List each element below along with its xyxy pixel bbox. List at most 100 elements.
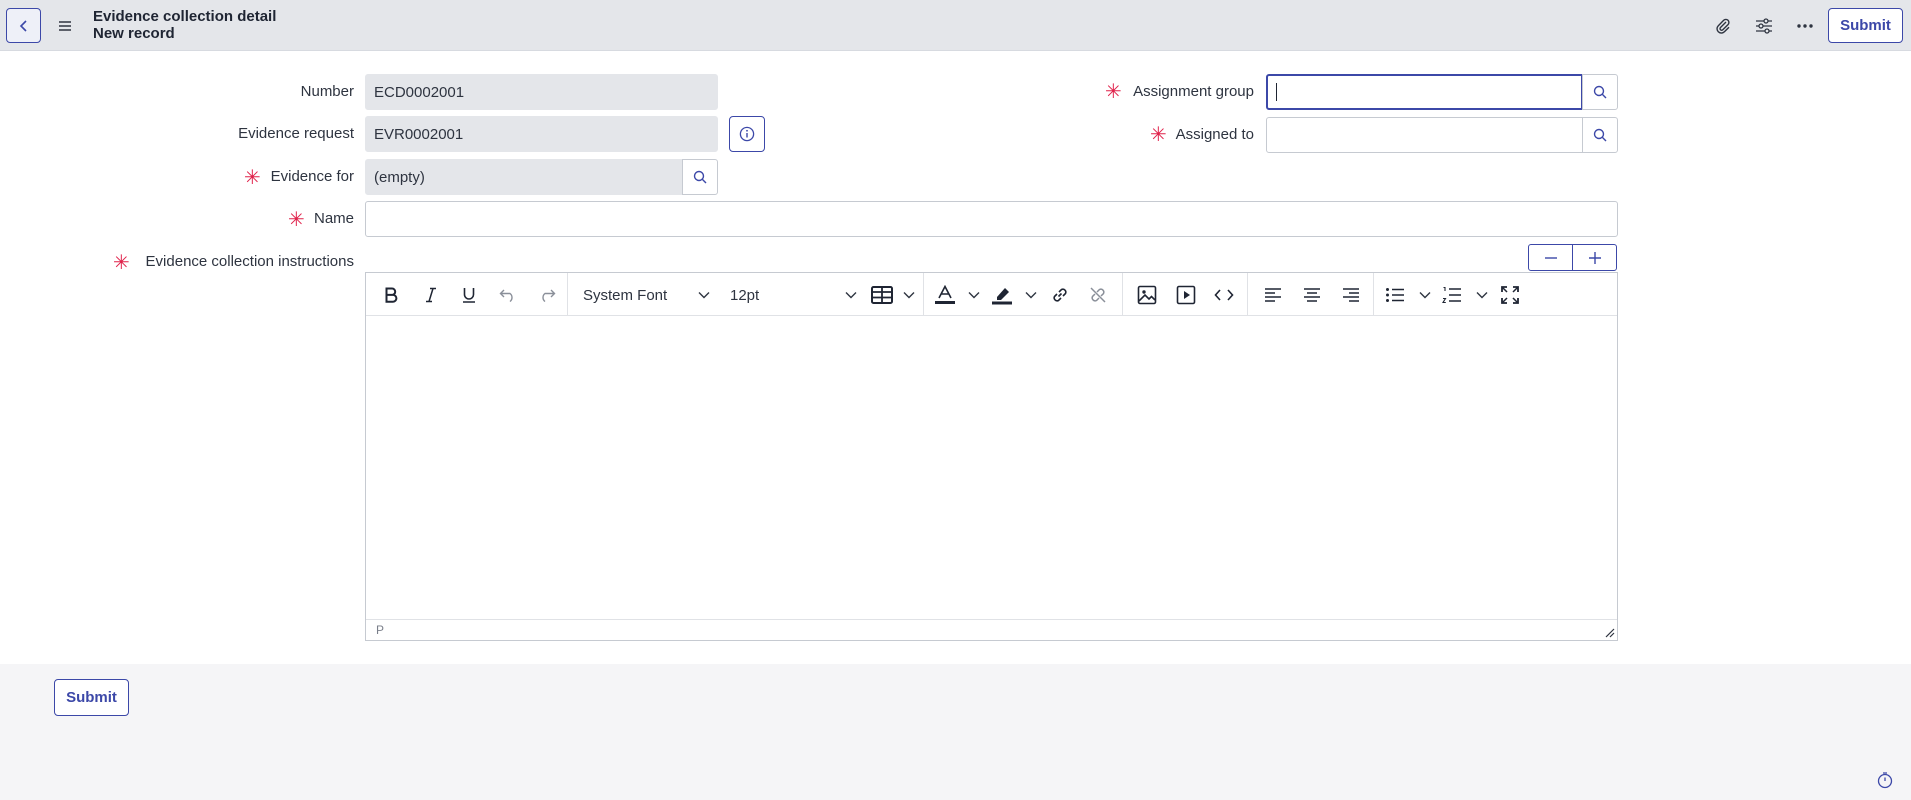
minus-icon	[1544, 256, 1557, 259]
toolbar-separator	[1373, 273, 1374, 316]
editor-toolbar: System Font 12pt	[366, 273, 1617, 316]
editor-statusbar: P	[366, 619, 1617, 640]
evidence-request-field[interactable]: EVR0002001	[365, 116, 718, 152]
more-horizontal-icon	[1797, 24, 1813, 28]
font-family-dropdown[interactable]: System Font	[579, 281, 714, 309]
element-path[interactable]: P	[376, 623, 384, 637]
editor-shrink-button[interactable]	[1529, 245, 1573, 270]
number-value: ECD0002001	[374, 83, 465, 101]
toolbar-separator	[1247, 273, 1248, 316]
text-color-icon	[935, 285, 955, 304]
underline-button[interactable]	[455, 281, 483, 309]
evidence-for-label: Evidence for	[270, 168, 354, 185]
title-block: Evidence collection detail New record	[93, 8, 276, 42]
video-icon	[1176, 285, 1196, 305]
assignment-group-lookup-button[interactable]	[1582, 74, 1618, 110]
image-icon	[1137, 285, 1157, 305]
chevron-down-icon	[845, 292, 857, 299]
plus-icon	[1588, 251, 1601, 264]
editor-content-area[interactable]	[366, 316, 1617, 620]
assignment-group-label: Assignment group	[1133, 83, 1254, 100]
fullscreen-button[interactable]	[1496, 281, 1524, 309]
evidence-for-field[interactable]: (empty)	[365, 159, 683, 195]
numbered-list-dropdown[interactable]	[1442, 281, 1488, 309]
chevron-down-icon	[968, 292, 980, 299]
link-icon	[1053, 288, 1067, 302]
form-header: Evidence collection detail New record Su…	[0, 0, 1911, 51]
hamburger-icon	[59, 21, 71, 31]
more-options-button[interactable]	[1792, 13, 1818, 39]
instructions-required-icon: ✳	[113, 252, 130, 274]
evidence-for-lookup-button[interactable]	[682, 159, 718, 195]
unlink-icon	[1090, 287, 1106, 303]
attachment-button[interactable]	[1710, 13, 1736, 39]
submit-button-footer[interactable]: Submit	[54, 679, 129, 716]
bullet-list-dropdown[interactable]	[1385, 281, 1431, 309]
italic-icon	[426, 287, 436, 303]
page-subtitle: New record	[93, 25, 175, 42]
text-color-dropdown[interactable]	[934, 281, 980, 309]
assignment-group-required-icon: ✳	[1105, 81, 1122, 103]
bold-icon	[385, 287, 398, 303]
highlighter-icon	[992, 288, 1012, 305]
assigned-to-input[interactable]	[1266, 117, 1583, 153]
evidence-request-preview-button[interactable]	[729, 116, 765, 152]
font-family-value: System Font	[583, 286, 668, 304]
font-size-dropdown[interactable]: 12pt	[726, 281, 861, 309]
page-title: Evidence collection detail	[93, 8, 277, 25]
chevron-down-icon	[903, 292, 915, 299]
name-required-icon: ✳	[288, 209, 305, 231]
personalize-form-button[interactable]	[1751, 13, 1777, 39]
table-icon	[871, 286, 893, 304]
assigned-to-required-icon: ✳	[1150, 124, 1167, 146]
chevron-down-icon	[1419, 292, 1431, 299]
bold-button[interactable]	[377, 281, 405, 309]
editor-expand-button[interactable]	[1573, 245, 1616, 270]
chevron-down-icon	[698, 292, 710, 299]
align-center-button[interactable]	[1298, 281, 1326, 309]
align-right-button[interactable]	[1337, 281, 1365, 309]
align-left-button[interactable]	[1259, 281, 1287, 309]
timer-icon[interactable]	[1876, 771, 1894, 789]
remove-link-button[interactable]	[1084, 281, 1112, 309]
insert-video-button[interactable]	[1172, 281, 1200, 309]
search-icon	[693, 170, 707, 184]
back-button[interactable]	[6, 8, 41, 43]
info-icon	[739, 126, 755, 142]
numbered-list-icon	[1442, 286, 1461, 304]
toolbar-separator	[567, 273, 568, 316]
table-dropdown[interactable]	[871, 281, 915, 309]
name-input[interactable]	[365, 201, 1618, 237]
editor-zoom-controls	[1528, 244, 1617, 271]
search-icon	[1593, 128, 1607, 142]
resize-handle-icon[interactable]	[1603, 626, 1615, 638]
assignment-group-input[interactable]	[1266, 74, 1583, 110]
redo-button[interactable]	[533, 281, 561, 309]
evidence-for-value: (empty)	[374, 168, 425, 186]
chevron-down-icon	[1476, 292, 1488, 299]
bullet-list-icon	[1386, 288, 1404, 302]
toolbar-separator	[1122, 273, 1123, 316]
insert-image-button[interactable]	[1133, 281, 1161, 309]
underline-icon	[463, 288, 475, 303]
insert-link-button[interactable]	[1046, 281, 1074, 309]
assigned-to-lookup-button[interactable]	[1582, 117, 1618, 153]
context-menu-button[interactable]	[52, 13, 78, 39]
submit-button-header[interactable]: Submit	[1828, 8, 1903, 43]
code-icon	[1214, 289, 1234, 301]
number-field[interactable]: ECD0002001	[365, 74, 718, 110]
rich-text-editor: System Font 12pt P	[365, 272, 1618, 641]
highlight-color-dropdown[interactable]	[991, 281, 1037, 309]
assigned-to-label: Assigned to	[1175, 126, 1254, 143]
font-size-value: 12pt	[730, 286, 760, 304]
align-left-icon	[1265, 288, 1281, 302]
undo-icon	[499, 289, 513, 302]
source-code-button[interactable]	[1210, 281, 1238, 309]
italic-button[interactable]	[417, 281, 445, 309]
redo-icon	[542, 289, 556, 302]
undo-button[interactable]	[494, 281, 522, 309]
align-center-icon	[1304, 288, 1320, 302]
paperclip-icon	[1716, 18, 1730, 34]
evidence-request-label: Evidence request	[238, 125, 354, 142]
number-label: Number	[300, 83, 354, 100]
